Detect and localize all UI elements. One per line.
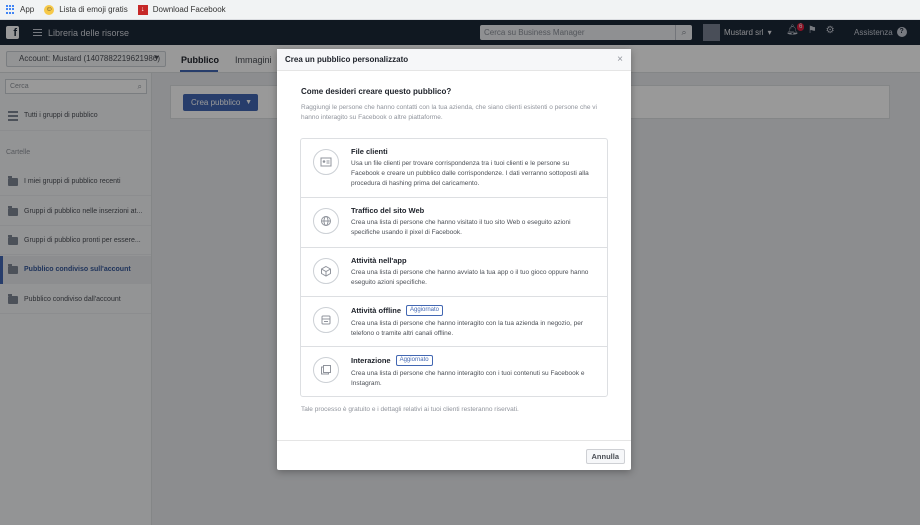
bookmark-emoji-label: Lista di emoji gratis [59, 5, 128, 14]
bookmark-apps[interactable]: App [6, 5, 34, 14]
option-offline-activity[interactable]: Attività offline Aggiornato Crea una list… [301, 297, 607, 347]
privacy-footnote: Tale processo è gratuito e i dettagli re… [301, 406, 519, 413]
option-title: File clienti [351, 147, 388, 156]
dialog-question: Come desideri creare questo pubblico? [301, 87, 452, 96]
option-title: Interazione Aggiornato [351, 355, 599, 366]
store-icon [313, 307, 339, 333]
option-description: Crea una lista di persone che hanno avvi… [351, 269, 589, 286]
option-app-activity[interactable]: Attività nell'app Crea una lista di pers… [301, 248, 607, 297]
option-title: Traffico del sito Web [351, 206, 425, 215]
option-customer-file[interactable]: File clienti Usa un file clienti per tro… [301, 139, 607, 198]
cancel-button[interactable]: Annulla [585, 449, 625, 464]
audience-source-options: File clienti Usa un file clienti per tro… [300, 138, 608, 397]
dialog-header: Crea un pubblico personalizzato × [277, 49, 631, 71]
globe-icon [313, 208, 339, 234]
bookmark-facebook-label: Download Facebook [152, 5, 226, 14]
option-title: Attività offline Aggiornato [351, 305, 599, 316]
bookmark-emoji[interactable]: ☺ Lista di emoji gratis [44, 4, 128, 15]
download-icon: ↓ [137, 4, 148, 15]
apps-grid-icon [6, 5, 15, 14]
updated-badge: Aggiornato [395, 355, 433, 366]
engagement-icon [313, 357, 339, 383]
customer-file-icon [313, 149, 339, 175]
option-description: Crea una lista di persone che hanno inte… [351, 370, 585, 387]
updated-badge: Aggiornato [406, 305, 444, 316]
bookmark-facebook[interactable]: ↓ Download Facebook [137, 4, 226, 15]
option-description: Crea una lista di persone che hanno visi… [351, 219, 571, 236]
dialog-description: Raggiungi le persone che hanno contatti … [301, 104, 597, 121]
option-website-traffic[interactable]: Traffico del sito Web Crea una lista di … [301, 198, 607, 248]
close-icon[interactable]: × [617, 49, 623, 71]
dialog-title: Crea un pubblico personalizzato [285, 55, 409, 64]
cube-icon [313, 258, 339, 284]
option-title: Attività nell'app [351, 256, 407, 265]
option-engagement[interactable]: Interazione Aggiornato Crea una lista di … [301, 347, 607, 396]
create-custom-audience-dialog: Crea un pubblico personalizzato × Come d… [277, 49, 631, 470]
emoji-icon: ☺ [44, 4, 55, 15]
option-description: Crea una lista di persone che hanno inte… [351, 320, 583, 337]
dialog-footer: Annulla [277, 440, 631, 470]
bookmarks-bar: App ☺ Lista di emoji gratis ↓ Download F… [0, 0, 920, 20]
bookmark-apps-label: App [20, 5, 35, 14]
option-description: Usa un file clienti per trovare corrispo… [351, 160, 589, 187]
